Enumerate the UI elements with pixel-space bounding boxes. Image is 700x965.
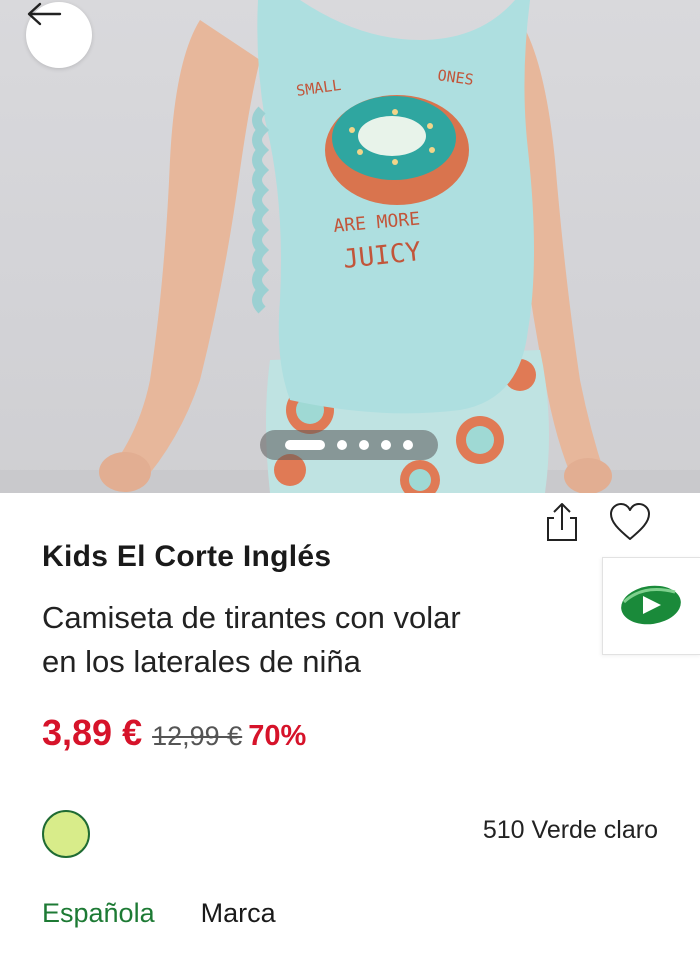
price-row: 3,89 € 12,99 € 70% [42,712,306,762]
tab-marca[interactable]: Marca [201,898,276,929]
product-title-line-2: en los laterales de niña [42,644,361,679]
promo-side-tab[interactable] [602,557,700,655]
heart-icon [610,503,650,540]
product-brand[interactable]: Kids El Corte Inglés [42,540,331,574]
share-button[interactable] [542,500,582,544]
share-icon [547,503,577,541]
current-price: 3,89 € [42,712,143,753]
carousel-indicator[interactable] [260,430,438,460]
tab-espanola[interactable]: Española [42,898,155,929]
back-button[interactable] [26,2,92,68]
favorite-button[interactable] [608,502,652,542]
product-image-carousel[interactable]: SMALL ONES ARE MORE JUICY [0,0,700,493]
carousel-dot[interactable] [337,440,347,450]
play-badge-icon [621,585,681,625]
arrow-left-icon [27,2,62,26]
original-price: 12,99 € [152,721,243,751]
discount-badge: 70% [248,720,307,752]
product-title-line-1: Camiseta de tirantes con volar [42,600,461,635]
size-system-tabs: Española Marca [42,898,276,929]
carousel-dot[interactable] [359,440,369,450]
carousel-dot[interactable] [403,440,413,450]
color-swatch[interactable] [42,810,90,858]
color-name: 510 Verde claro [482,816,658,844]
carousel-dot[interactable] [381,440,391,450]
product-photo: SMALL ONES ARE MORE JUICY [0,0,700,493]
carousel-dot-active[interactable] [285,440,325,450]
product-title: Camiseta de tirantes con volar en los la… [42,596,612,684]
